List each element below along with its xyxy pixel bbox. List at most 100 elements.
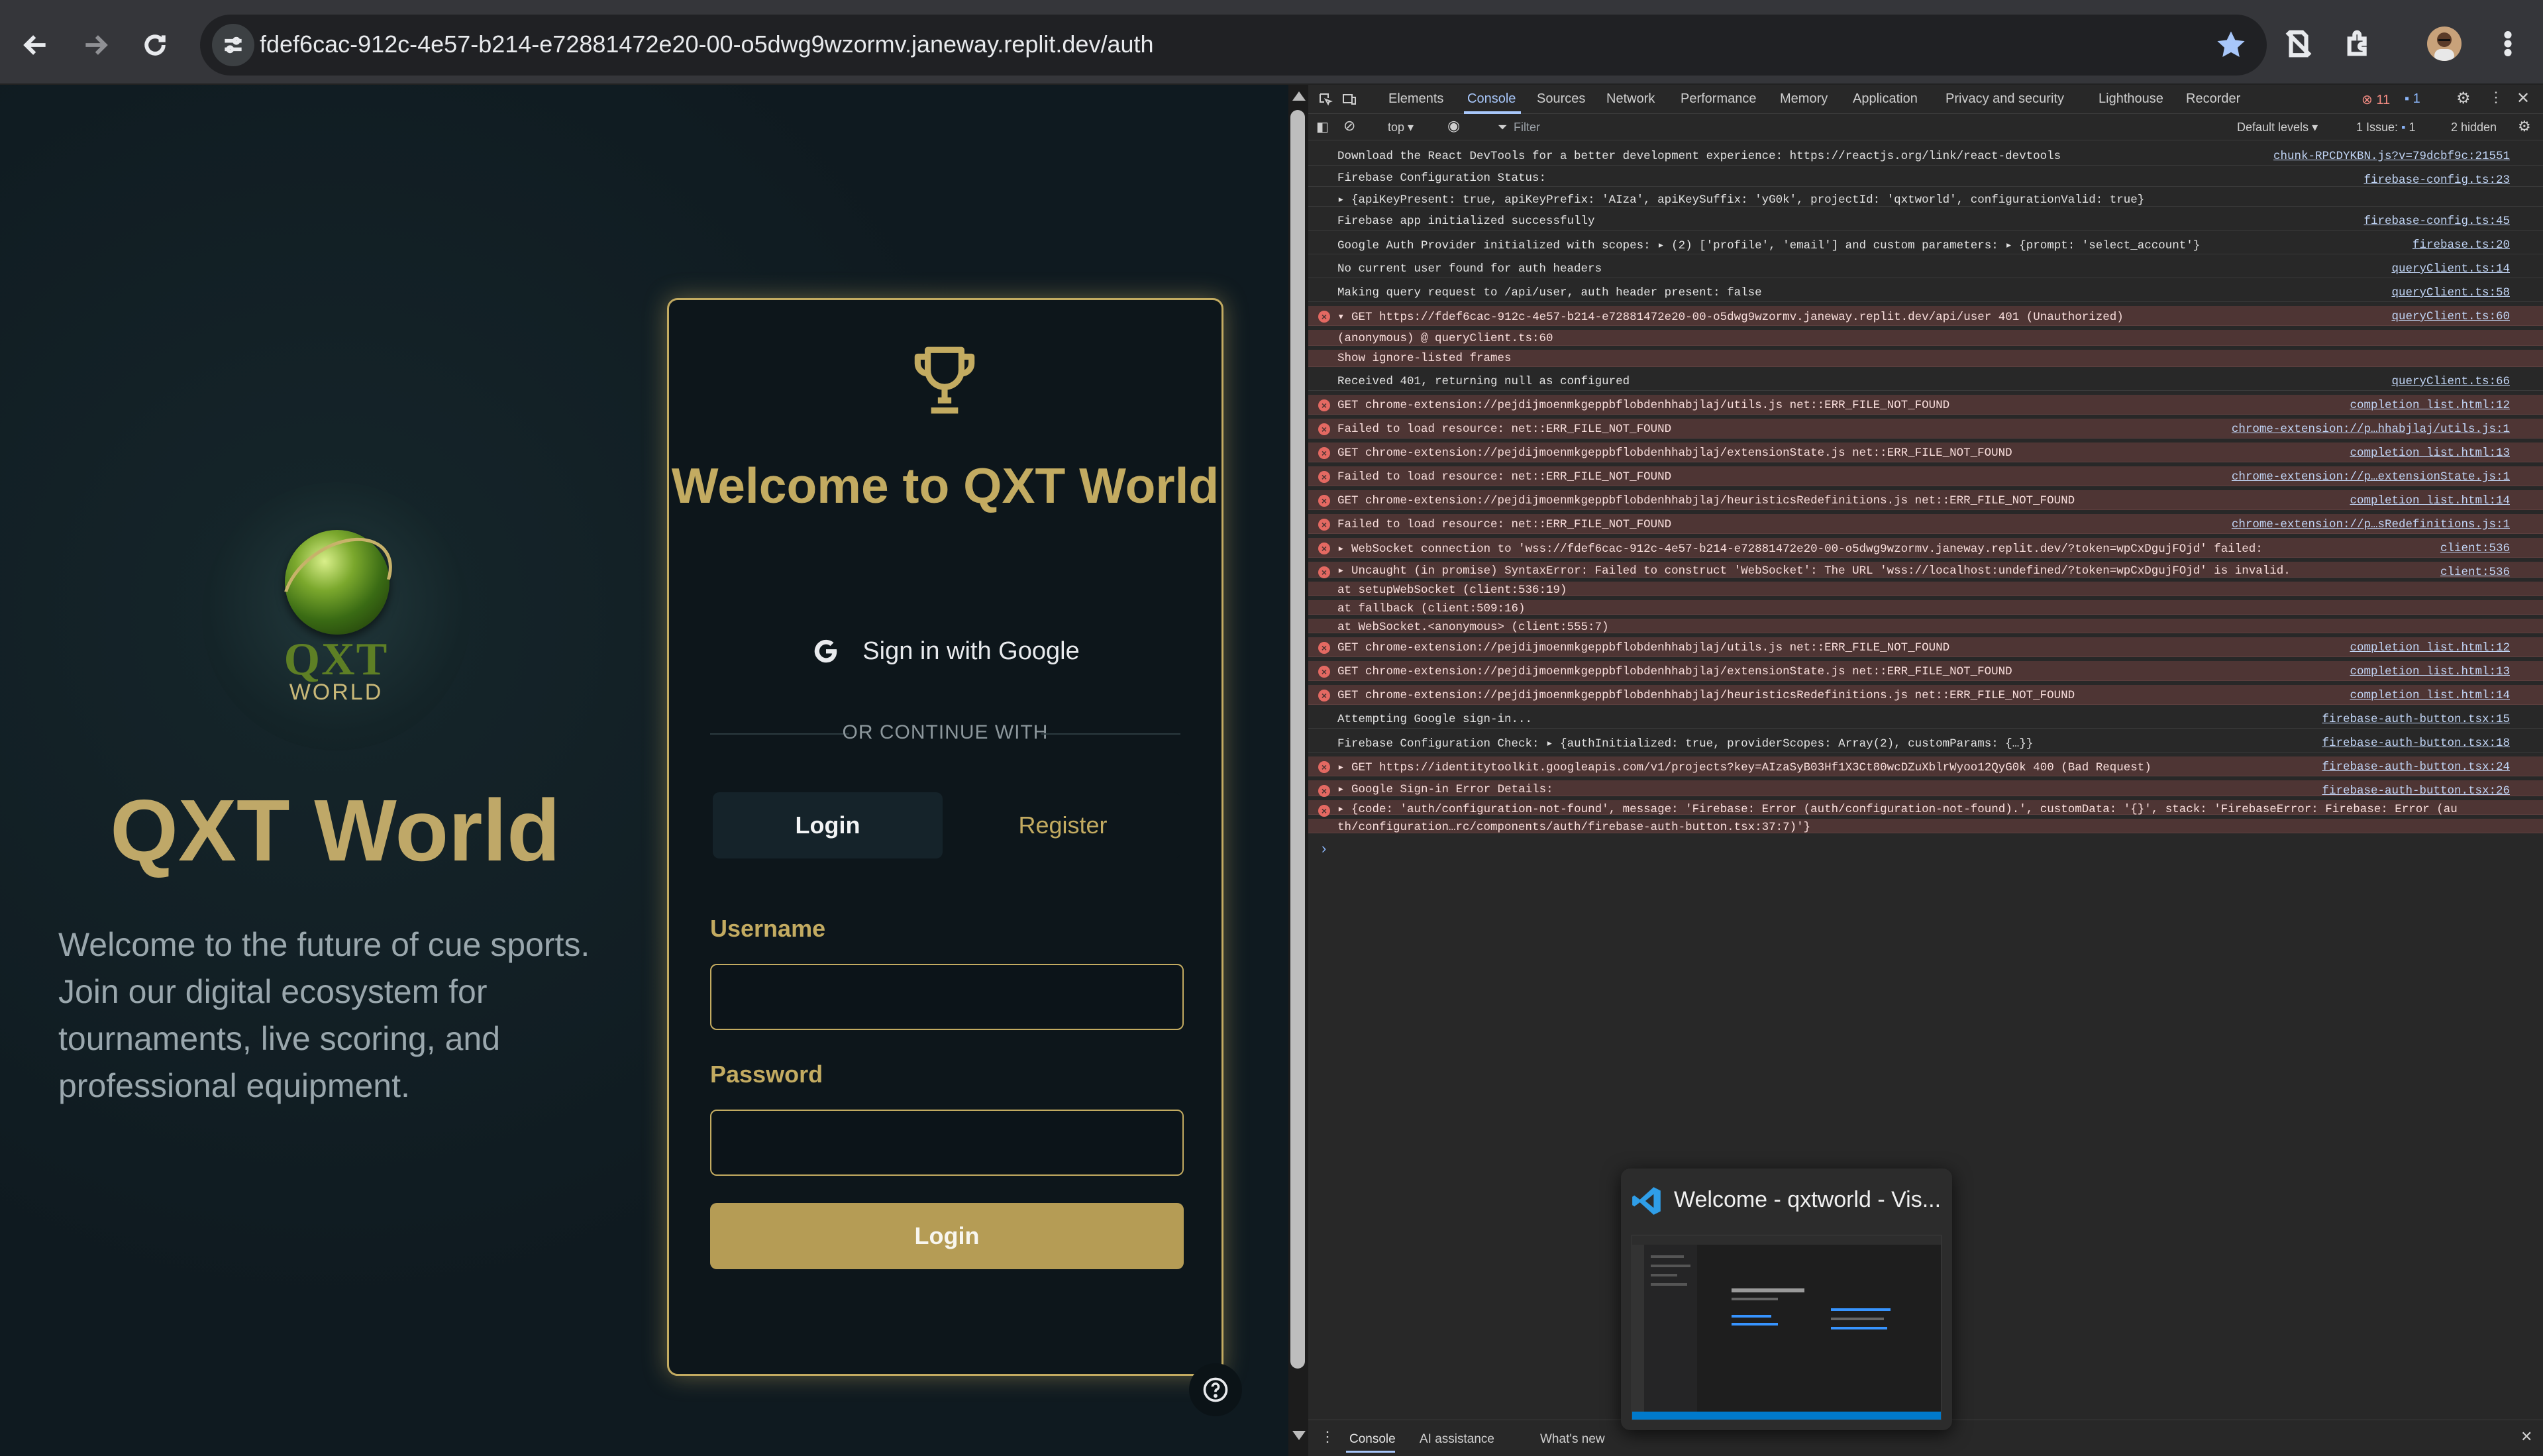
console-source-link[interactable]: client:536 — [2440, 566, 2510, 579]
console-error-row[interactable]: × GET chrome-extension://pejdijmoenmkgepp… — [1308, 395, 2543, 415]
console-source-link[interactable]: firebase.ts:20 — [2413, 238, 2510, 252]
console-error-row[interactable]: × ▸ Google Sign-in Error Details: firebase… — [1308, 780, 2543, 798]
username-input[interactable] — [710, 964, 1184, 1030]
tab-application[interactable]: Application — [1853, 91, 1918, 107]
console-error-row[interactable]: × ▸ {code: 'auth/configuration-not-found'… — [1308, 800, 2543, 817]
issues-link[interactable]: 1 Issue: ▪ 1 — [2356, 121, 2415, 134]
drawer-close-icon[interactable]: ✕ — [2520, 1428, 2532, 1445]
scroll-thumb[interactable] — [1290, 110, 1305, 1369]
console-log-row[interactable]: No current user found for auth headers qu… — [1308, 258, 2543, 278]
console-error-row[interactable]: × ▸ WebSocket connection to 'wss://fdef6c… — [1308, 538, 2543, 558]
live-expression-eye-icon[interactable]: ◉ — [1447, 117, 1460, 134]
console-source-link[interactable]: firebase-config.ts:45 — [2363, 215, 2510, 228]
console-log-row[interactable]: Firebase Configuration Status: firebase-c… — [1308, 170, 2543, 187]
error-counter[interactable]: ⊗ 11 — [2361, 91, 2390, 108]
console-source-link[interactable]: client:536 — [2440, 542, 2510, 555]
help-button[interactable] — [1189, 1363, 1242, 1416]
console-error-row[interactable]: at setupWebSocket (client:536:19) — [1308, 582, 2543, 597]
console-source-link[interactable]: firebase-config.ts:23 — [2363, 174, 2510, 187]
tab-performance[interactable]: Performance — [1681, 91, 1757, 107]
settings-gear-icon[interactable]: ⚙ — [2456, 89, 2471, 108]
console-error-row[interactable]: × GET chrome-extension://pejdijmoenmkgepp… — [1308, 661, 2543, 681]
tab-recorder[interactable]: Recorder — [2186, 91, 2240, 107]
console-log-row[interactable]: Making query request to /api/user, auth … — [1308, 282, 2543, 302]
tab-lighthouse[interactable]: Lighthouse — [2099, 91, 2163, 107]
console-error-row[interactable]: Show ignore-listed frames — [1308, 350, 2543, 367]
profile-avatar[interactable] — [2427, 26, 2462, 61]
console-source-link[interactable]: queryClient.ts:58 — [2391, 286, 2510, 299]
drawer-tab-whats-new[interactable]: What's new — [1540, 1432, 1605, 1447]
back-button[interactable] — [12, 21, 60, 69]
reload-button[interactable] — [131, 21, 179, 69]
issue-counter[interactable]: ▪ 1 — [2405, 91, 2420, 107]
device-toolbar-icon[interactable] — [1341, 91, 1357, 107]
console-log-row[interactable]: Download the React DevTools for a better… — [1308, 146, 2543, 166]
clear-console-icon[interactable]: ⊘ — [1343, 117, 1355, 134]
console-source-link[interactable]: chunk-RPCDYKBN.js?v=79dcbf9c:21551 — [2273, 150, 2510, 163]
console-source-link[interactable]: completion_list.html:13 — [2350, 665, 2510, 678]
tab-elements[interactable]: Elements — [1388, 91, 1443, 107]
taskbar-window-preview[interactable]: Welcome - qxtworld - Vis... — [1621, 1169, 1952, 1430]
console-log-row[interactable]: Received 401, returning null as configur… — [1308, 371, 2543, 391]
console-error-row[interactable]: × GET chrome-extension://pejdijmoenmkgepp… — [1308, 637, 2543, 657]
tab-sources[interactable]: Sources — [1537, 91, 1585, 107]
bookmark-star-icon[interactable] — [2214, 28, 2248, 62]
url-text[interactable]: fdef6cac-912c-4e57-b214-e72881472e20-00-… — [260, 30, 1154, 58]
drawer-menu-icon[interactable]: ⋮ — [1320, 1428, 1335, 1445]
menu-kebab-icon[interactable] — [2488, 24, 2528, 64]
console-error-row[interactable]: × GET chrome-extension://pejdijmoenmkgepp… — [1308, 685, 2543, 705]
console-source-link[interactable]: chrome-extension://p…sRedefinitions.js:1 — [2232, 518, 2510, 531]
console-log-row[interactable]: Attempting Google sign-in... firebase-aut… — [1308, 709, 2543, 729]
filter-input[interactable]: ⏷ Filter — [1492, 117, 2201, 137]
console-log-row[interactable]: Google Auth Provider initialized with sc… — [1308, 234, 2543, 254]
tab-network[interactable]: Network — [1606, 91, 1655, 107]
tab-memory[interactable]: Memory — [1780, 91, 1828, 107]
console-prompt-chevron-icon[interactable]: › — [1322, 840, 1326, 857]
console-source-link[interactable]: queryClient.ts:66 — [2391, 375, 2510, 388]
console-error-row[interactable]: × ▸ Uncaught (in promise) SyntaxError: Fa… — [1308, 562, 2543, 579]
console-source-link[interactable]: queryClient.ts:14 — [2391, 262, 2510, 276]
tracking-off-icon[interactable] — [2279, 24, 2318, 64]
console-source-link[interactable]: completion_list.html:12 — [2350, 399, 2510, 412]
console-source-link[interactable]: firebase-auth-button.tsx:26 — [2322, 784, 2510, 798]
console-error-row[interactable]: at WebSocket.<anonymous> (client:555:7) — [1308, 619, 2543, 634]
tab-register[interactable]: Register — [948, 792, 1178, 858]
console-error-row[interactable]: × ▾ GET https://fdef6cac-912c-4e57-b214-e… — [1308, 306, 2543, 326]
console-error-row[interactable]: × GET chrome-extension://pejdijmoenmkgepp… — [1308, 490, 2543, 510]
console-source-link[interactable]: firebase-auth-button.tsx:18 — [2322, 737, 2510, 750]
console-source-link[interactable]: chrome-extension://p…extensionState.js:1 — [2232, 470, 2510, 484]
inspect-element-icon[interactable] — [1318, 91, 1333, 107]
scroll-up-arrow-icon[interactable] — [1292, 91, 1306, 101]
console-error-row[interactable]: × Failed to load resource: net::ERR_FILE_… — [1308, 466, 2543, 486]
password-input[interactable] — [710, 1110, 1184, 1176]
site-info-button[interactable] — [212, 24, 254, 66]
google-sign-in-button[interactable]: Sign in with Google — [710, 615, 1180, 688]
tab-console[interactable]: Console — [1467, 91, 1516, 107]
drawer-tab-ai-assistance[interactable]: AI assistance — [1420, 1432, 1494, 1447]
console-error-row[interactable]: × Failed to load resource: net::ERR_FILE_… — [1308, 514, 2543, 534]
log-levels-select[interactable]: Default levels ▾ — [2237, 121, 2318, 134]
devtools-close-icon[interactable]: ✕ — [2517, 89, 2530, 108]
console-source-link[interactable]: completion_list.html:14 — [2350, 494, 2510, 507]
console-error-row[interactable]: (anonymous) @ queryClient.ts:60 — [1308, 330, 2543, 346]
page-scrollbar[interactable] — [1288, 85, 1308, 1456]
console-log-row[interactable]: Firebase app initialized successfully fir… — [1308, 211, 2543, 231]
console-source-link[interactable]: chrome-extension://p…hhabjlaj/utils.js:1 — [2232, 423, 2510, 436]
drawer-tab-console[interactable]: Console — [1349, 1432, 1396, 1447]
console-error-row[interactable]: × Failed to load resource: net::ERR_FILE_… — [1308, 419, 2543, 439]
console-error-row[interactable]: at fallback (client:509:16) — [1308, 600, 2543, 615]
console-source-link[interactable]: firebase-auth-button.tsx:24 — [2322, 760, 2510, 774]
console-source-link[interactable]: queryClient.ts:60 — [2391, 310, 2510, 323]
sidebar-toggle-icon[interactable]: ◧ — [1316, 119, 1329, 135]
console-error-row[interactable]: th/configuration…rc/components/auth/fire… — [1308, 819, 2543, 834]
devtools-menu-icon[interactable]: ⋮ — [2489, 89, 2503, 106]
console-log-row[interactable]: Firebase Configuration Check: ▸ {authIni… — [1308, 733, 2543, 753]
console-settings-gear-icon[interactable]: ⚙ — [2518, 118, 2531, 135]
login-button[interactable]: Login — [710, 1203, 1184, 1269]
console-source-link[interactable]: firebase-auth-button.tsx:15 — [2322, 713, 2510, 726]
console-error-row[interactable]: × ▸ GET https://identitytoolkit.googleapi… — [1308, 756, 2543, 776]
scroll-down-arrow-icon[interactable] — [1292, 1431, 1306, 1440]
console-error-row[interactable]: × GET chrome-extension://pejdijmoenmkgepp… — [1308, 442, 2543, 462]
console-source-link[interactable]: completion_list.html:13 — [2350, 446, 2510, 460]
tab-login[interactable]: Login — [713, 792, 943, 858]
